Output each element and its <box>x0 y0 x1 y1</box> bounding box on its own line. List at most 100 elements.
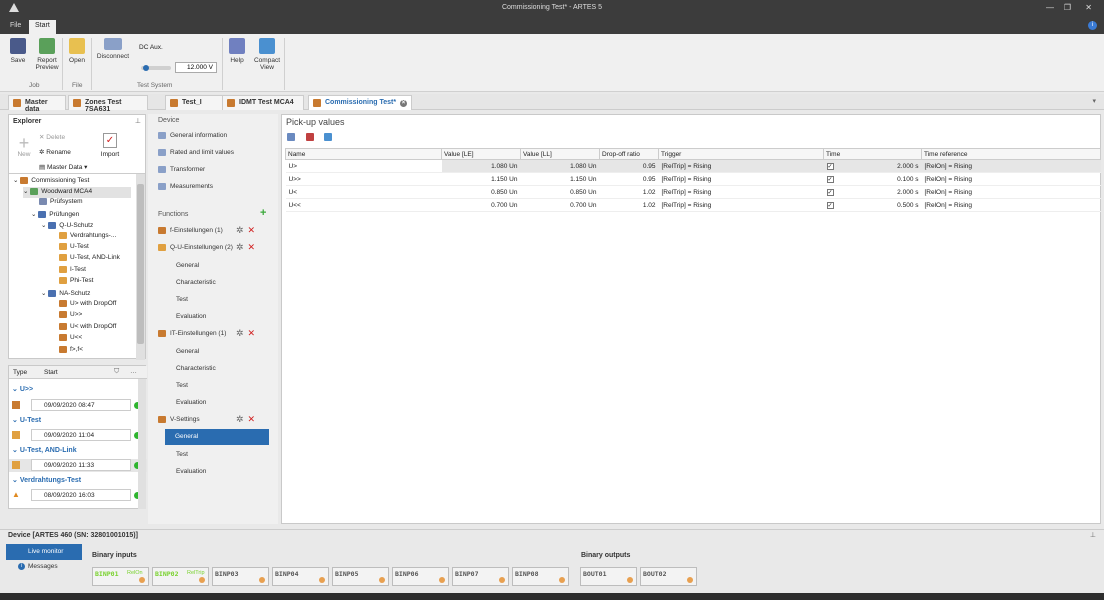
nav-rated-limit-values[interactable]: Rated and limit values <box>158 149 234 156</box>
nav-characteristic[interactable]: Characteristic <box>176 279 216 286</box>
time-checkbox[interactable]: ✓ <box>826 201 834 209</box>
history-row-selected[interactable]: 09/09/2020 11:33 <box>9 459 147 472</box>
nav-test[interactable]: Test <box>176 382 188 389</box>
report-preview-button[interactable]: Report Preview <box>34 38 60 71</box>
tab-list-chevron-icon[interactable]: ▾ <box>1092 97 1096 105</box>
pin-icon[interactable]: ⊥ <box>135 117 141 125</box>
tree-scrollbar[interactable] <box>136 174 145 360</box>
tree-item[interactable]: Verdrahtungs-... <box>59 232 116 243</box>
nav-general[interactable]: General <box>176 262 199 269</box>
menu-file[interactable]: File <box>4 20 27 34</box>
more-icon[interactable]: … <box>130 368 137 375</box>
delete-row-icon[interactable] <box>306 133 314 141</box>
filter-icon[interactable]: ⛉ <box>114 368 119 376</box>
save-button[interactable]: Save <box>6 38 30 64</box>
time-cell[interactable]: ✓ 0.500 s <box>823 198 922 212</box>
delete-icon[interactable]: ✕ <box>248 328 256 338</box>
history-row[interactable]: 09/09/2020 11:04 <box>9 429 147 442</box>
slider-handle[interactable] <box>143 65 149 71</box>
tree-item[interactable]: I-Test <box>59 266 86 277</box>
tree-item[interactable]: U> with DropOff <box>59 300 116 311</box>
tree-item[interactable]: ⌄ NA-Schutz <box>41 289 90 300</box>
tree-item[interactable]: f>,f< <box>59 346 83 357</box>
messages-button[interactable]: i Messages <box>6 563 58 570</box>
time-checkbox[interactable]: ✓ <box>826 175 834 183</box>
settings-icon[interactable]: ✲ <box>236 242 244 252</box>
function-it-einstellungen[interactable]: IT-Einstellungen (1) <box>158 330 226 337</box>
binary-output-bout01[interactable]: BOUT01 <box>580 567 637 586</box>
history-row[interactable]: ▲ 08/09/2020 16:03 <box>9 489 147 502</box>
nav-test[interactable]: Test <box>176 451 188 458</box>
tab-commissioning-test[interactable]: Commissioning Test* × <box>308 95 412 110</box>
nav-evaluation[interactable]: Evaluation <box>176 399 206 406</box>
delete-icon[interactable]: ✕ <box>248 414 256 424</box>
open-button[interactable]: Open <box>66 38 88 64</box>
minimize-icon[interactable]: — <box>1046 3 1054 12</box>
tree-item[interactable]: Prüfsystem <box>39 198 83 209</box>
time-checkbox[interactable]: ✓ <box>826 188 834 196</box>
tab-test-i[interactable]: Test_I <box>165 95 223 110</box>
delete-icon[interactable]: ✕ <box>248 225 256 235</box>
binary-input-binp02[interactable]: BINP02 RelTrip <box>152 567 209 586</box>
tab-zones-test[interactable]: Zones Test 7SA631 <box>68 95 148 113</box>
restore-icon[interactable]: ❐ <box>1064 3 1071 12</box>
table-row[interactable]: U> 1.080 Un 1.080 Un 0.95 [RelTrip] = Ri… <box>285 159 1101 173</box>
tree-item[interactable]: ⌄ Commissioning Test <box>13 176 89 187</box>
nav-transformer[interactable]: Transformer <box>158 166 205 173</box>
function-tools[interactable]: ✲ ✕ <box>236 328 255 339</box>
tab-idmt-test[interactable]: IDMT Test MCA4 <box>222 95 304 110</box>
function-q-u-einstellungen[interactable]: Q-U-Einstellungen (2) <box>158 244 233 251</box>
disconnect-button[interactable]: Disconnect <box>94 38 132 60</box>
info-icon[interactable]: i <box>1088 21 1097 30</box>
tree-item[interactable]: U-Test, AND-Link <box>59 254 120 265</box>
master-data-dropdown[interactable]: ▤ Master Data ▾ <box>39 163 87 171</box>
rename-button[interactable]: ✲ Rename <box>39 148 71 156</box>
binary-input-binp06[interactable]: BINP06 <box>392 567 449 586</box>
binary-input-binp04[interactable]: BINP04 <box>272 567 329 586</box>
delete-button[interactable]: ✕ Delete <box>39 133 65 141</box>
help-button[interactable]: Help <box>228 38 246 64</box>
tree-item-selected[interactable]: ⌄ Woodward MCA4 <box>23 187 131 198</box>
nav-general[interactable]: General <box>176 348 199 355</box>
tab-master-data[interactable]: Master data <box>8 95 66 113</box>
settings-icon[interactable]: ✲ <box>236 414 244 424</box>
function-v-settings[interactable]: V-Settings <box>158 416 200 423</box>
new-button[interactable]: + New <box>13 134 35 158</box>
function-tools[interactable]: ✲ ✕ <box>236 242 255 253</box>
pin-icon[interactable]: ⊥ <box>1090 531 1096 539</box>
compact-view-button[interactable]: Compact View <box>253 38 281 71</box>
tree-item[interactable]: U< with DropOff <box>59 323 116 334</box>
import-button[interactable]: ✓ Import <box>97 133 123 158</box>
delete-icon[interactable]: ✕ <box>248 242 256 252</box>
nav-measurements[interactable]: Measurements <box>158 183 213 190</box>
dc-aux-value-field[interactable] <box>175 62 217 73</box>
copy-icon[interactable] <box>324 133 332 141</box>
nav-test[interactable]: Test <box>176 296 188 303</box>
scrollbar-thumb[interactable] <box>137 184 144 344</box>
history-scrollbar[interactable] <box>138 379 146 509</box>
history-row[interactable]: 09/09/2020 08:47 <box>9 399 147 412</box>
tree-item[interactable]: U-Test <box>59 243 89 254</box>
binary-input-binp03[interactable]: BINP03 <box>212 567 269 586</box>
binary-input-binp08[interactable]: BINP08 <box>512 567 569 586</box>
function-tools[interactable]: ✲ ✕ <box>236 225 255 236</box>
binary-input-binp05[interactable]: BINP05 <box>332 567 389 586</box>
function-f-einstellungen[interactable]: f-Einstellungen (1) <box>158 227 223 234</box>
time-checkbox[interactable]: ✓ <box>826 162 834 170</box>
close-tab-icon[interactable]: × <box>400 100 407 107</box>
live-monitor-button[interactable]: Live monitor <box>6 544 82 560</box>
settings-icon[interactable]: ✲ <box>236 328 244 338</box>
table-row[interactable]: U< 0.850 Un 0.850 Un 1.02 [RelTrip] = Ri… <box>285 185 1101 199</box>
nav-characteristic[interactable]: Characteristic <box>176 365 216 372</box>
tree-item[interactable]: ⌄ Q-U-Schutz <box>41 221 93 232</box>
settings-icon[interactable]: ✲ <box>236 225 244 235</box>
time-cell[interactable]: ✓ 0.100 s <box>823 172 922 186</box>
binary-output-bout02[interactable]: BOUT02 <box>640 567 697 586</box>
add-function-icon[interactable]: + <box>260 207 266 219</box>
binary-input-binp07[interactable]: BINP07 <box>452 567 509 586</box>
nav-evaluation[interactable]: Evaluation <box>176 313 206 320</box>
function-tools[interactable]: ✲ ✕ <box>236 414 255 425</box>
table-row[interactable]: U>> 1.150 Un 1.150 Un 0.95 [RelTrip] = R… <box>285 172 1101 186</box>
time-cell[interactable]: ✓ 2.000 s <box>823 159 922 173</box>
nav-general-selected[interactable]: General <box>165 429 269 445</box>
